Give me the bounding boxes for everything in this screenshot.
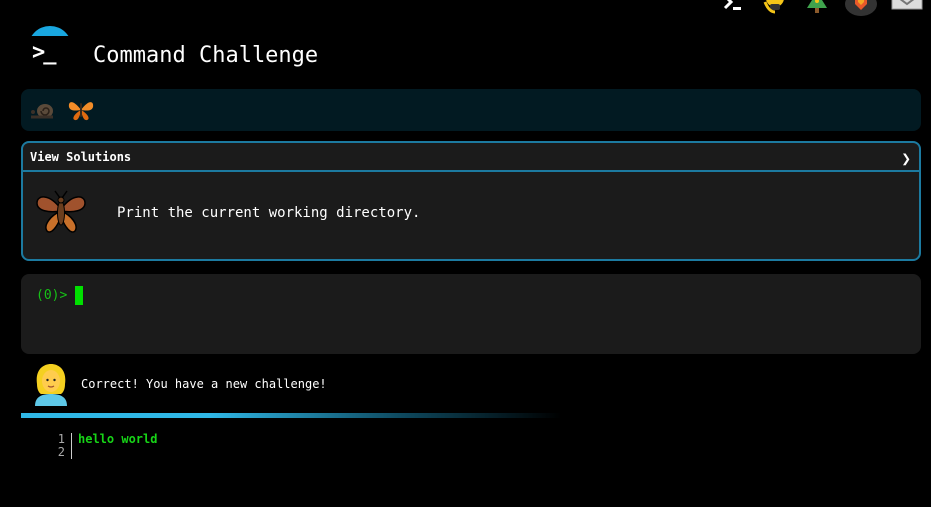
moth-icon <box>33 189 89 235</box>
section-divider <box>21 413 561 418</box>
line-number-gutter: 1 2 <box>50 433 72 459</box>
challenge-panel: View Solutions ❯ Print the current worki… <box>21 141 921 261</box>
view-solutions-label[interactable]: View Solutions <box>30 150 131 164</box>
mail-icon[interactable] <box>891 0 923 14</box>
code-line[interactable]: hello world <box>78 433 157 446</box>
chevron-right-icon[interactable]: ❯ <box>901 150 911 167</box>
top-toolbar <box>719 0 923 16</box>
challenge-task-text: Print the current working directory. <box>117 204 421 221</box>
challenge-body: Print the current working directory. <box>23 172 919 259</box>
progress-bar <box>21 89 921 131</box>
output-editor[interactable]: 1 2 hello world <box>50 433 157 459</box>
badge-icon[interactable] <box>845 0 877 16</box>
terminal-cursor[interactable] <box>75 286 84 305</box>
view-solutions-toggle[interactable]: View Solutions ❯ <box>23 143 919 172</box>
feedback-message: Correct! You have a new challenge! <box>33 362 327 406</box>
terminal-prompt: (0)> <box>36 287 68 303</box>
person-avatar-icon <box>33 362 69 406</box>
lightbulb-hand-icon[interactable] <box>761 0 789 14</box>
command-prompt-icon[interactable] <box>719 0 747 14</box>
snail-icon <box>29 97 57 123</box>
butterfly-icon <box>67 97 95 123</box>
page-title: Command Challenge <box>93 43 319 68</box>
feedback-text: Correct! You have a new challenge! <box>81 377 327 391</box>
app-logo[interactable]: >_ <box>26 26 72 76</box>
code-content[interactable]: hello world <box>72 433 157 459</box>
line-number: 2 <box>57 445 65 459</box>
logo-glyph: >_ <box>32 40 56 65</box>
terminal-input-area[interactable]: (0)> <box>21 274 921 354</box>
tree-icon[interactable] <box>803 0 831 14</box>
code-line[interactable] <box>78 446 157 459</box>
